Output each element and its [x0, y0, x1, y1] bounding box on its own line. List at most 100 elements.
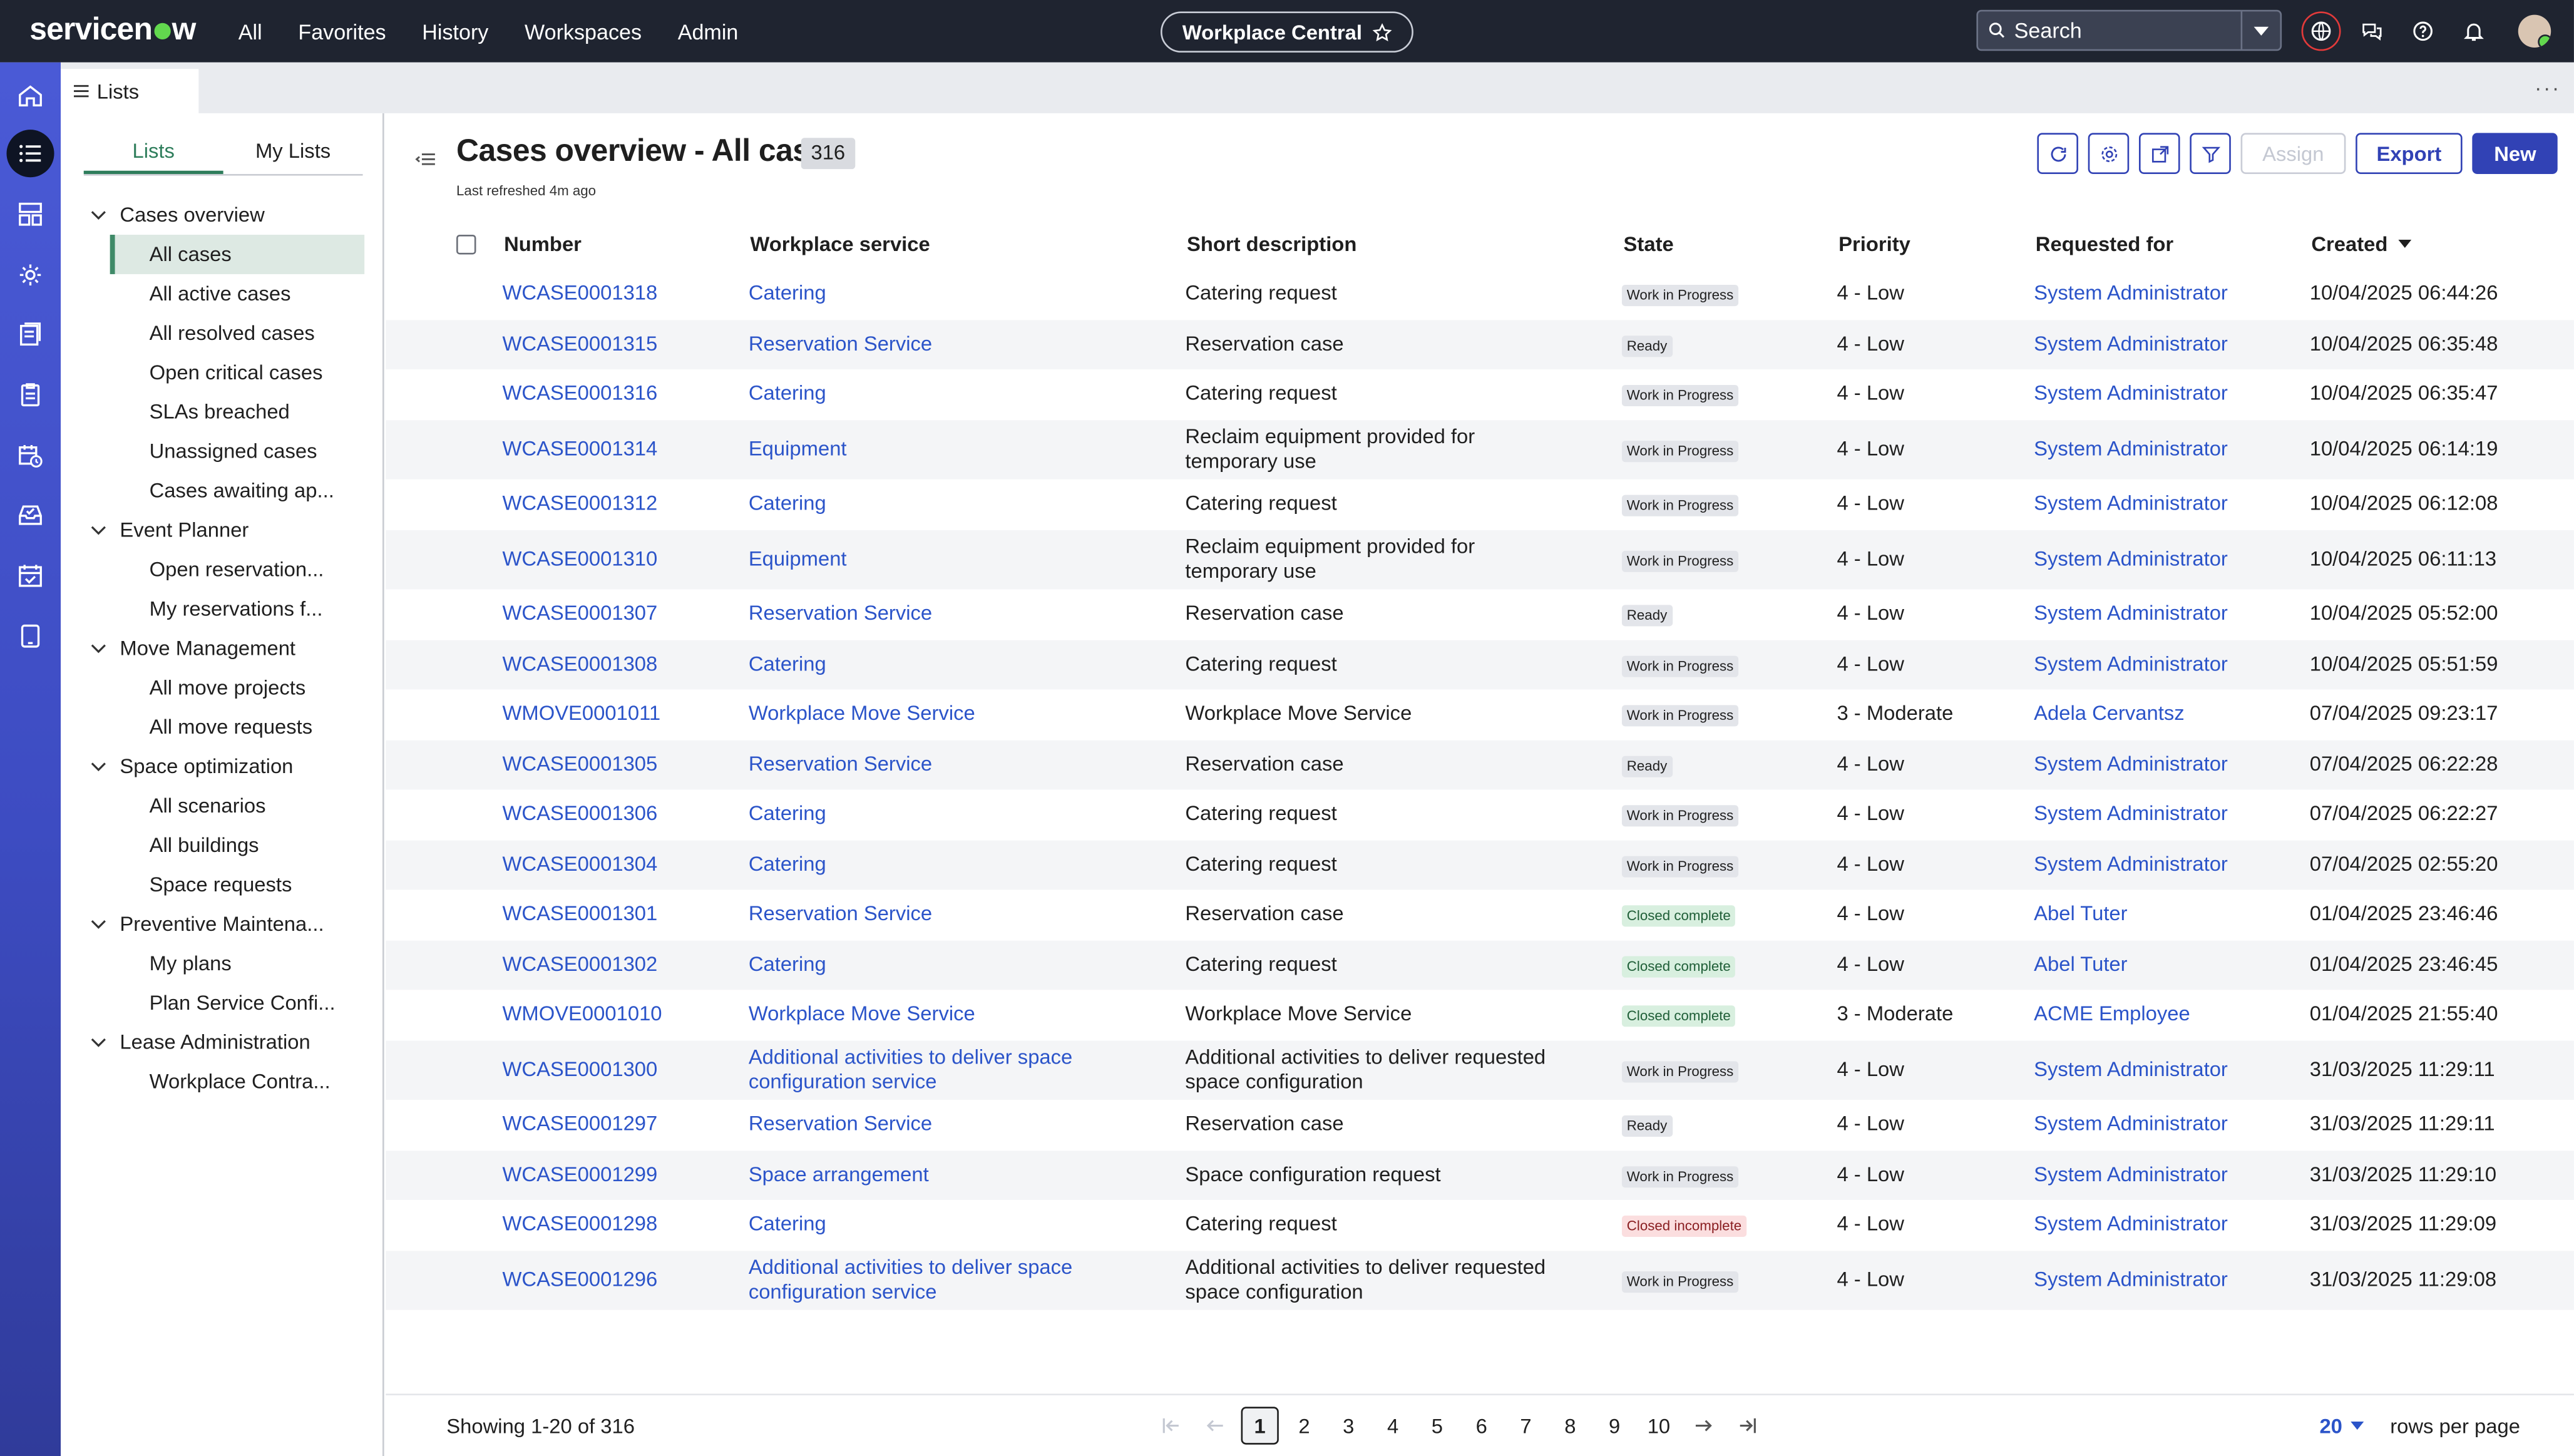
table-row[interactable]: WCASE0001312 Catering Catering request Work…: [386, 479, 2574, 530]
nav-admin[interactable]: Admin: [678, 19, 739, 43]
case-number-link[interactable]: WCASE0001305: [502, 752, 657, 777]
more-options-icon[interactable]: ···: [2535, 76, 2561, 100]
requested-for-link[interactable]: System Administrator: [2034, 1268, 2228, 1292]
tree-item-open-reservations[interactable]: Open reservation...: [61, 550, 384, 590]
page-5[interactable]: 5: [1418, 1407, 1456, 1444]
workplace-service-link[interactable]: Catering: [749, 802, 1102, 827]
clipboard-icon[interactable]: [8, 372, 53, 417]
nav-history[interactable]: History: [422, 19, 488, 43]
page-10[interactable]: 10: [1640, 1407, 1678, 1444]
workplace-service-link[interactable]: Additional activities to deliver space c…: [749, 1255, 1102, 1305]
workplace-service-link[interactable]: Reservation Service: [749, 903, 1102, 927]
column-header-number[interactable]: Number: [504, 233, 582, 256]
list-settings-gear-icon[interactable]: [2088, 133, 2130, 174]
settings-cog-icon[interactable]: [8, 253, 53, 297]
tree-item-plan-service-configuration[interactable]: Plan Service Confi...: [61, 983, 384, 1023]
case-number-link[interactable]: WCASE0001316: [502, 382, 657, 406]
export-button[interactable]: Export: [2355, 133, 2463, 174]
tree-item-my-reservations[interactable]: My reservations f...: [61, 589, 384, 628]
page-7[interactable]: 7: [1507, 1407, 1544, 1444]
workplace-service-link[interactable]: Reservation Service: [749, 602, 1102, 627]
case-number-link[interactable]: WCASE0001304: [502, 853, 657, 877]
case-number-link[interactable]: WCASE0001297: [502, 1112, 657, 1137]
last-page-icon[interactable]: [1728, 1407, 1766, 1444]
tree-group-preventive-maintenance[interactable]: Preventive Maintena...: [61, 905, 384, 944]
requested-for-link[interactable]: System Administrator: [2034, 652, 2228, 677]
rows-per-page-select[interactable]: 20: [2319, 1415, 2365, 1438]
tree-item-space-requests[interactable]: Space requests: [61, 865, 384, 905]
table-row[interactable]: WCASE0001296 Additional activities to del…: [386, 1249, 2574, 1310]
workplace-service-link[interactable]: Catering: [749, 492, 1102, 516]
case-number-link[interactable]: WMOVE0001011: [502, 702, 660, 727]
documents-icon[interactable]: [8, 312, 53, 356]
tablet-icon[interactable]: [8, 614, 53, 659]
page-6[interactable]: 6: [1463, 1407, 1500, 1444]
case-number-link[interactable]: WCASE0001318: [502, 282, 657, 306]
assign-button[interactable]: Assign: [2241, 133, 2346, 174]
inbox-check-icon[interactable]: [8, 493, 53, 537]
favorite-star-icon[interactable]: [1372, 22, 1392, 41]
tree-group-move-management[interactable]: Move Management: [61, 628, 384, 668]
requested-for-link[interactable]: System Administrator: [2034, 1212, 2228, 1237]
requested-for-link[interactable]: System Administrator: [2034, 1162, 2228, 1187]
table-row[interactable]: WCASE0001299 Space arrangement Space confi…: [386, 1149, 2574, 1200]
tree-group-space-optimization[interactable]: Space optimization: [61, 747, 384, 786]
requested-for-link[interactable]: System Administrator: [2034, 752, 2228, 777]
workplace-service-link[interactable]: Catering: [749, 853, 1102, 877]
case-number-link[interactable]: WCASE0001300: [502, 1057, 657, 1082]
previous-page-icon[interactable]: [1197, 1407, 1234, 1444]
case-number-link[interactable]: WMOVE0001010: [502, 1003, 662, 1027]
filter-icon[interactable]: [2190, 133, 2232, 174]
case-number-link[interactable]: WCASE0001299: [502, 1162, 657, 1187]
user-avatar[interactable]: [2518, 14, 2551, 48]
requested-for-link[interactable]: Abel Tuter: [2034, 903, 2127, 927]
help-icon[interactable]: [2403, 11, 2443, 51]
requested-for-link[interactable]: System Administrator: [2034, 492, 2228, 516]
column-header-workplace-service[interactable]: Workplace service: [750, 233, 930, 256]
requested-for-link[interactable]: System Administrator: [2034, 282, 2228, 306]
table-row[interactable]: WCASE0001301 Reservation Service Reservati…: [386, 889, 2574, 940]
requested-for-link[interactable]: System Administrator: [2034, 332, 2228, 356]
requested-for-link[interactable]: ACME Employee: [2034, 1003, 2190, 1027]
column-header-created[interactable]: Created: [2311, 233, 2412, 256]
tree-item-all-scenarios[interactable]: All scenarios: [61, 786, 384, 826]
tab-lists[interactable]: Lists: [61, 69, 199, 113]
case-number-link[interactable]: WCASE0001307: [502, 602, 657, 627]
table-row[interactable]: WCASE0001304 Catering Catering request Work…: [386, 839, 2574, 890]
tree-item-all-resolved-cases[interactable]: All resolved cases: [61, 314, 384, 353]
global-search[interactable]: Search: [1976, 9, 2282, 51]
table-row[interactable]: WCASE0001315 Reservation Service Reservati…: [386, 319, 2574, 370]
case-number-link[interactable]: WCASE0001296: [502, 1268, 657, 1292]
table-row[interactable]: WCASE0001297 Reservation Service Reservati…: [386, 1100, 2574, 1150]
tree-item-open-critical-cases[interactable]: Open critical cases: [61, 353, 384, 392]
table-row[interactable]: WCASE0001310 Equipment Reclaim equipment p…: [386, 529, 2574, 590]
tab-my-lists[interactable]: My Lists: [223, 140, 363, 174]
case-number-link[interactable]: WCASE0001315: [502, 332, 657, 356]
case-number-link[interactable]: WCASE0001314: [502, 437, 657, 461]
workplace-service-link[interactable]: Equipment: [749, 547, 1102, 572]
requested-for-link[interactable]: System Administrator: [2034, 437, 2228, 461]
case-number-link[interactable]: WCASE0001306: [502, 802, 657, 827]
tree-item-all-move-projects[interactable]: All move projects: [61, 668, 384, 707]
workplace-service-link[interactable]: Workplace Move Service: [749, 702, 1102, 727]
table-row[interactable]: WCASE0001308 Catering Catering request Work…: [386, 639, 2574, 690]
table-row[interactable]: WCASE0001316 Catering Catering request Work…: [386, 369, 2574, 419]
workplace-service-link[interactable]: Catering: [749, 1212, 1102, 1237]
column-header-short-description[interactable]: Short description: [1187, 233, 1356, 256]
requested-for-link[interactable]: System Administrator: [2034, 602, 2228, 627]
column-header-requested-for[interactable]: Requested for: [2036, 233, 2173, 256]
list-icon[interactable]: [6, 130, 54, 178]
table-row[interactable]: WCASE0001307 Reservation Service Reservati…: [386, 589, 2574, 639]
column-header-priority[interactable]: Priority: [1838, 233, 1910, 256]
table-row[interactable]: WCASE0001298 Catering Catering request Clos…: [386, 1200, 2574, 1250]
workplace-service-link[interactable]: Catering: [749, 382, 1102, 406]
page-8[interactable]: 8: [1551, 1407, 1589, 1444]
table-row[interactable]: WCASE0001300 Additional activities to del…: [386, 1040, 2574, 1100]
table-row[interactable]: WMOVE0001010 Workplace Move Service Workpl…: [386, 990, 2574, 1040]
tree-group-cases-overview[interactable]: Cases overview: [61, 195, 384, 235]
table-row[interactable]: WMOVE0001011 Workplace Move Service Workpl…: [386, 689, 2574, 739]
workplace-service-link[interactable]: Reservation Service: [749, 332, 1102, 356]
collapse-panel-icon[interactable]: [415, 146, 435, 175]
table-row[interactable]: WCASE0001306 Catering Catering request Work…: [386, 789, 2574, 839]
open-in-new-window-icon[interactable]: [2139, 133, 2180, 174]
